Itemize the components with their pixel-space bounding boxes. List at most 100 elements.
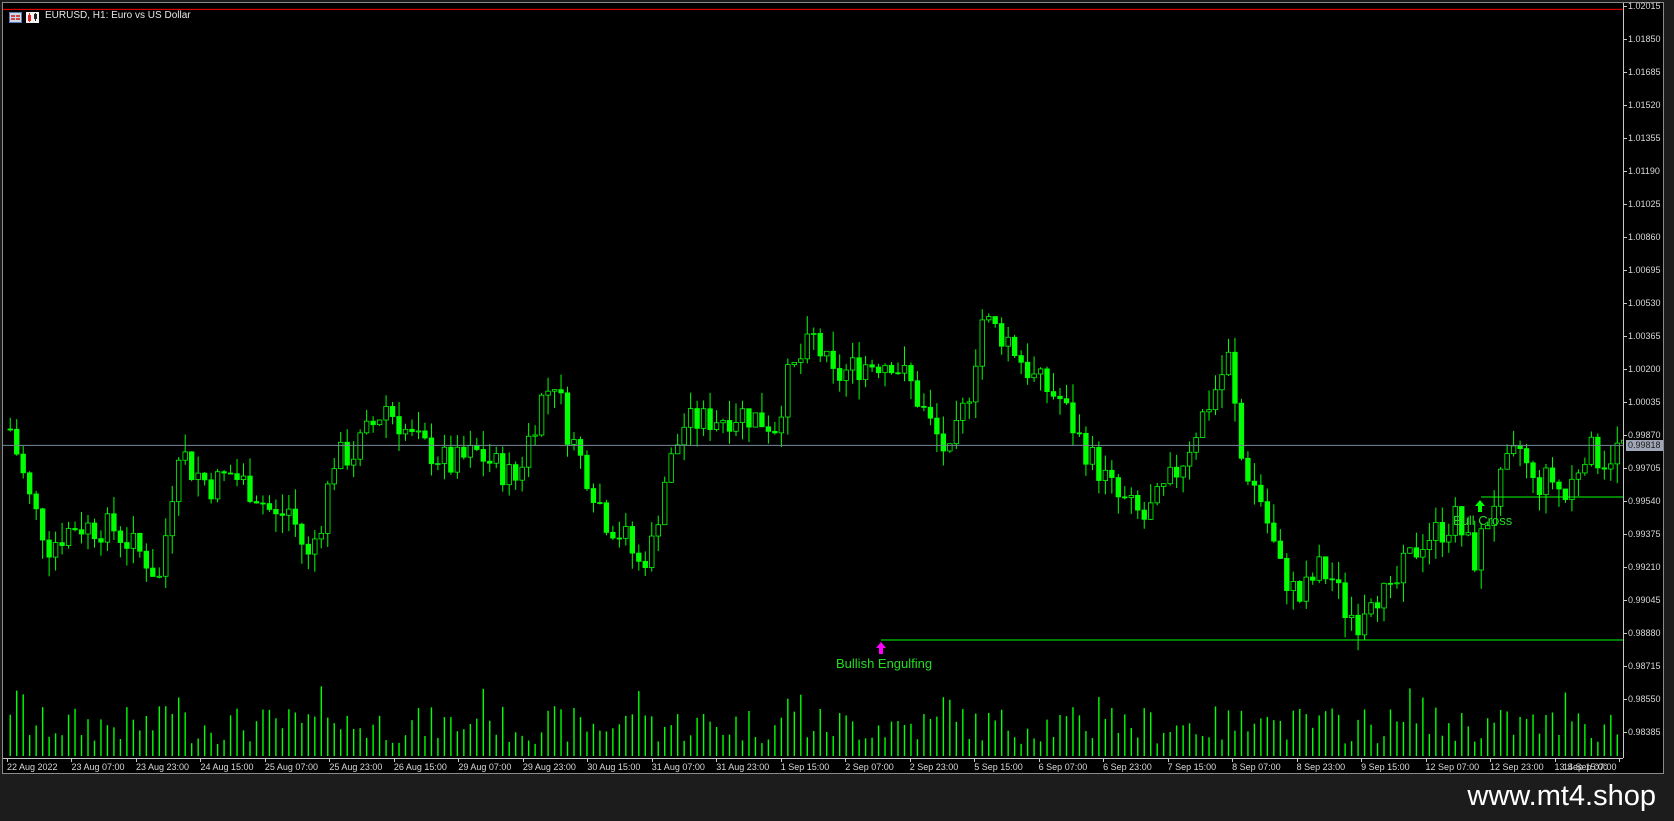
candle-body bbox=[1562, 488, 1569, 500]
bullish-engulfing-arrow-icon[interactable] bbox=[876, 642, 886, 654]
candle-body bbox=[1161, 483, 1167, 487]
candle-body bbox=[130, 532, 137, 549]
candle-body bbox=[1018, 355, 1024, 363]
time-tick-label: 25 Aug 07:00 bbox=[264, 762, 318, 772]
candle-body bbox=[1413, 547, 1420, 558]
candle-body bbox=[713, 422, 720, 430]
candle-body bbox=[687, 408, 694, 428]
price-tick-label: 1.01355 bbox=[1628, 133, 1661, 143]
candle-body bbox=[201, 472, 208, 481]
candle-body bbox=[266, 503, 273, 510]
candle-body bbox=[746, 408, 752, 428]
candle-body bbox=[545, 390, 551, 396]
candle-body bbox=[551, 389, 558, 392]
chart-window-icon[interactable] bbox=[9, 10, 22, 23]
candle-body bbox=[525, 435, 532, 468]
bull-cross-arrow-icon[interactable] bbox=[1475, 500, 1485, 512]
candlestick-chart-icon[interactable] bbox=[26, 10, 39, 23]
time-tick-label: 6 Sep 23:00 bbox=[1103, 762, 1152, 772]
price-scale[interactable]: 1.02015 1.01850 1.01685 1.01520 1.01355 1.011… bbox=[1623, 1, 1665, 758]
candle-body bbox=[1219, 374, 1225, 391]
plot-area[interactable]: EURUSD, H1: Euro vs US Dollar Bullish En… bbox=[3, 3, 1623, 758]
candle-body bbox=[1102, 469, 1109, 481]
time-tick-label: 8 Sep 23:00 bbox=[1296, 762, 1346, 772]
candle-body bbox=[52, 542, 59, 558]
time-tick-label: 12 Sep 23:00 bbox=[1490, 762, 1544, 772]
price-tick-label: 1.00365 bbox=[1628, 331, 1661, 341]
candle-body bbox=[538, 394, 545, 436]
price-tick bbox=[1623, 534, 1627, 535]
time-tick-label: 22 Aug 2022 bbox=[7, 762, 58, 772]
candle-body bbox=[299, 523, 305, 545]
price-tick-label: 0.98550 bbox=[1628, 694, 1661, 704]
time-scale[interactable]: 22 Aug 2022 23 Aug 07:00 23 Aug 23:00 24 Au… bbox=[3, 758, 1623, 775]
price-tick bbox=[1623, 336, 1627, 337]
candlestick-chart[interactable] bbox=[3, 3, 1623, 758]
candle-body bbox=[221, 471, 227, 474]
current-price-label: 0.99818 bbox=[1626, 440, 1663, 452]
candle-body bbox=[960, 402, 966, 421]
candle-body bbox=[402, 428, 409, 435]
candle-body bbox=[610, 531, 616, 539]
candle-body bbox=[1206, 409, 1212, 413]
candle-body bbox=[733, 422, 739, 432]
candle-body bbox=[1109, 469, 1115, 478]
candle-body bbox=[124, 542, 130, 549]
time-tick-label: 2 Sep 23:00 bbox=[909, 762, 959, 772]
price-tick-label: 1.01520 bbox=[1628, 100, 1661, 110]
candle-body bbox=[1057, 395, 1063, 400]
candle-body bbox=[979, 319, 985, 367]
candle-body bbox=[39, 508, 46, 541]
candle-body bbox=[1245, 457, 1251, 482]
candle-body bbox=[1407, 547, 1413, 554]
candle-body bbox=[875, 366, 882, 374]
candle-body bbox=[513, 464, 519, 481]
candle-body bbox=[629, 526, 635, 554]
candle-body bbox=[253, 501, 260, 504]
candle-body bbox=[655, 524, 661, 537]
candle-body bbox=[305, 543, 311, 555]
candle-body bbox=[862, 364, 869, 381]
candle-body bbox=[1543, 467, 1549, 496]
candle-body bbox=[1387, 582, 1394, 585]
candle-body bbox=[1381, 582, 1387, 609]
chart-header: EURUSD, H1: Euro vs US Dollar bbox=[9, 8, 191, 23]
candle-body bbox=[1024, 361, 1031, 379]
candle-body bbox=[1575, 472, 1582, 480]
candle-body bbox=[1595, 436, 1601, 469]
time-tick-label: 1 Sep 15:00 bbox=[780, 762, 830, 772]
candle-body bbox=[1329, 578, 1335, 581]
candle-body bbox=[435, 463, 441, 465]
candle-body bbox=[558, 389, 564, 394]
candle-body bbox=[396, 416, 402, 435]
candle-body bbox=[992, 316, 998, 324]
price-tick bbox=[1623, 567, 1627, 568]
candle-body bbox=[1063, 398, 1070, 404]
candle-body bbox=[1258, 484, 1264, 503]
price-tick bbox=[1623, 6, 1627, 7]
candle-body bbox=[564, 392, 571, 445]
candle-body bbox=[1044, 368, 1050, 392]
price-tick-label: 0.99210 bbox=[1628, 562, 1661, 572]
candle-body bbox=[785, 364, 791, 418]
candle-body bbox=[623, 526, 629, 539]
candle-body bbox=[1310, 576, 1316, 581]
candle-body bbox=[1154, 486, 1160, 504]
candle-body bbox=[227, 472, 234, 475]
candle-body bbox=[914, 380, 921, 407]
candle-body bbox=[1582, 463, 1588, 474]
candle-body bbox=[649, 535, 655, 568]
candle-body bbox=[1141, 509, 1147, 520]
candle-body bbox=[1076, 432, 1083, 435]
candle-body bbox=[370, 420, 376, 426]
candle-body bbox=[1096, 447, 1102, 481]
price-tick bbox=[1623, 138, 1627, 139]
candle-body bbox=[804, 333, 810, 360]
chart-window[interactable]: EURUSD, H1: Euro vs US Dollar Bullish En… bbox=[2, 1, 1665, 775]
candle-body bbox=[27, 472, 33, 495]
candle-body bbox=[1472, 532, 1478, 571]
candle-body bbox=[234, 473, 240, 480]
candle-body bbox=[895, 372, 901, 375]
price-lines bbox=[3, 8, 1623, 641]
candle-body bbox=[137, 532, 143, 552]
